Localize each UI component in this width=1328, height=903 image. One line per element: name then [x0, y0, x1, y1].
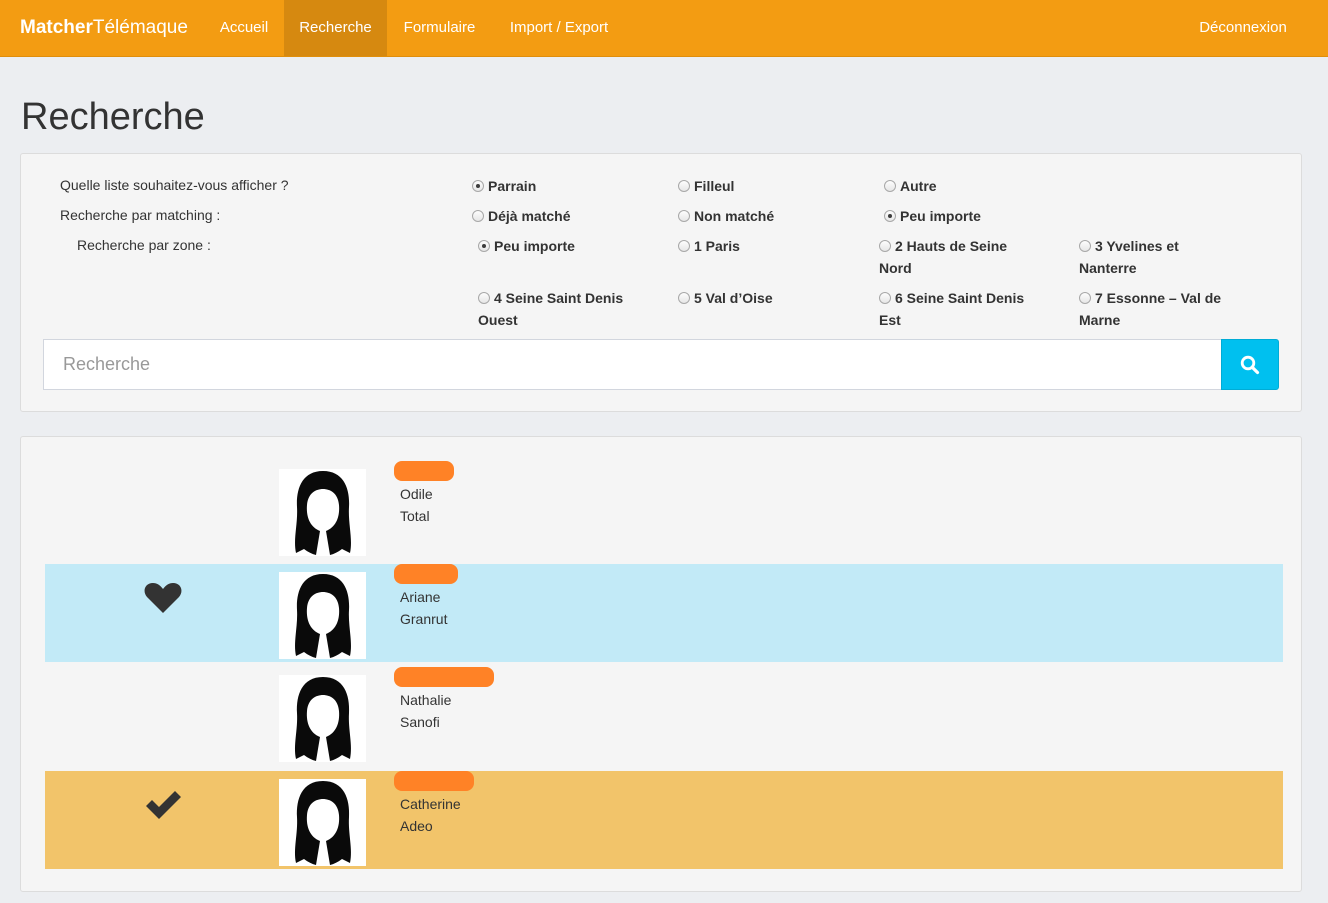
- radio-button[interactable]: [678, 180, 690, 192]
- radio-zone-1-paris[interactable]: 1 Paris: [678, 235, 848, 257]
- avatar: [279, 572, 366, 659]
- first-name: Ariane: [400, 589, 441, 605]
- radio-button[interactable]: [879, 292, 891, 304]
- person-info: Odile Total: [400, 483, 433, 527]
- nav-import-export[interactable]: Import / Export: [492, 0, 626, 56]
- radio-list-filleul[interactable]: Filleul: [678, 175, 848, 197]
- radio-button[interactable]: [1079, 240, 1091, 252]
- radio-matching-non-matche[interactable]: Non matché: [678, 205, 848, 227]
- first-name: Odile: [400, 486, 433, 502]
- avatar: [279, 779, 366, 866]
- search-icon: [1240, 355, 1260, 374]
- radio-button[interactable]: [472, 210, 484, 222]
- radio-button[interactable]: [678, 210, 690, 222]
- radio-button[interactable]: [678, 292, 690, 304]
- woman-avatar-icon: [294, 677, 351, 761]
- radio-zone-5-val-d-oise[interactable]: 5 Val d’Oise: [678, 287, 848, 309]
- zone-question-label: Recherche par zone :: [77, 237, 211, 253]
- result-row[interactable]: Catherine Adeo: [45, 771, 1283, 869]
- nav-accueil[interactable]: Accueil: [204, 0, 284, 56]
- radio-button[interactable]: [879, 240, 891, 252]
- first-name: Catherine: [400, 796, 461, 812]
- redacted-name: [394, 667, 494, 687]
- radio-zone-4-seine-saint-denis-ouest[interactable]: 4 Seine Saint Denis Ouest: [478, 287, 648, 331]
- first-name: Nathalie: [400, 692, 452, 708]
- radio-zone-6-seine-saint-denis-est[interactable]: 6 Seine Saint Denis Est: [879, 287, 1049, 331]
- heart-icon: [144, 583, 182, 613]
- radio-zone-7-essonne-val-de-marne[interactable]: 7 Essonne – Val de Marne: [1079, 287, 1244, 331]
- radio-button[interactable]: [884, 180, 896, 192]
- result-row[interactable]: Nathalie Sanofi: [45, 667, 1283, 765]
- filter-panel: Quelle liste souhaitez-vous afficher ? R…: [20, 153, 1302, 412]
- radio-button-checked[interactable]: [472, 180, 484, 192]
- search-input[interactable]: [43, 339, 1222, 390]
- radio-zone-2-hauts-de-seine-nord[interactable]: 2 Hauts de Seine Nord: [879, 235, 1039, 279]
- radio-list-autre[interactable]: Autre: [884, 175, 1054, 197]
- list-question-label: Quelle liste souhaitez-vous afficher ?: [60, 177, 289, 193]
- redacted-name: [394, 771, 474, 791]
- redacted-name: [394, 564, 458, 584]
- person-info: Ariane Granrut: [400, 586, 447, 630]
- matching-question-label: Recherche par matching :: [60, 207, 221, 223]
- results-panel: Odile Total Ariane Granrut Nathalie Sano…: [20, 436, 1302, 892]
- radio-zone-3-yvelines-nanterre[interactable]: 3 Yvelines et Nanterre: [1079, 235, 1219, 279]
- avatar: [279, 469, 366, 556]
- nav-formulaire[interactable]: Formulaire: [387, 0, 492, 56]
- radio-list-parrain[interactable]: Parrain: [472, 175, 642, 197]
- company-name: Granrut: [400, 611, 448, 627]
- woman-avatar-icon: [294, 781, 351, 865]
- avatar: [279, 675, 366, 762]
- radio-button[interactable]: [478, 292, 490, 304]
- company-name: Total: [400, 508, 430, 524]
- radio-button[interactable]: [1079, 292, 1091, 304]
- radio-matching-peu-importe[interactable]: Peu importe: [884, 205, 1054, 227]
- person-info: Nathalie Sanofi: [400, 689, 451, 733]
- nav-recherche[interactable]: Recherche: [284, 0, 387, 56]
- page-title: Recherche: [21, 96, 205, 138]
- check-icon: [146, 791, 181, 819]
- company-name: Adeo: [400, 818, 433, 834]
- woman-avatar-icon: [294, 574, 351, 658]
- radio-button-checked[interactable]: [884, 210, 896, 222]
- person-info: Catherine Adeo: [400, 793, 461, 837]
- radio-button-checked[interactable]: [478, 240, 490, 252]
- redacted-name: [394, 461, 454, 481]
- top-navbar: MatcherTélémaque Accueil Recherche Formu…: [0, 0, 1328, 57]
- search-button[interactable]: [1221, 339, 1279, 390]
- radio-button[interactable]: [678, 240, 690, 252]
- result-row[interactable]: Odile Total: [45, 461, 1283, 559]
- result-row[interactable]: Ariane Granrut: [45, 564, 1283, 662]
- nav-logout[interactable]: Déconnexion: [1183, 0, 1303, 56]
- brand-logo[interactable]: MatcherTélémaque: [20, 17, 188, 39]
- radio-matching-deja-matche[interactable]: Déjà matché: [472, 205, 642, 227]
- radio-zone-peu-importe[interactable]: Peu importe: [478, 235, 648, 257]
- company-name: Sanofi: [400, 714, 440, 730]
- woman-avatar-icon: [294, 471, 351, 555]
